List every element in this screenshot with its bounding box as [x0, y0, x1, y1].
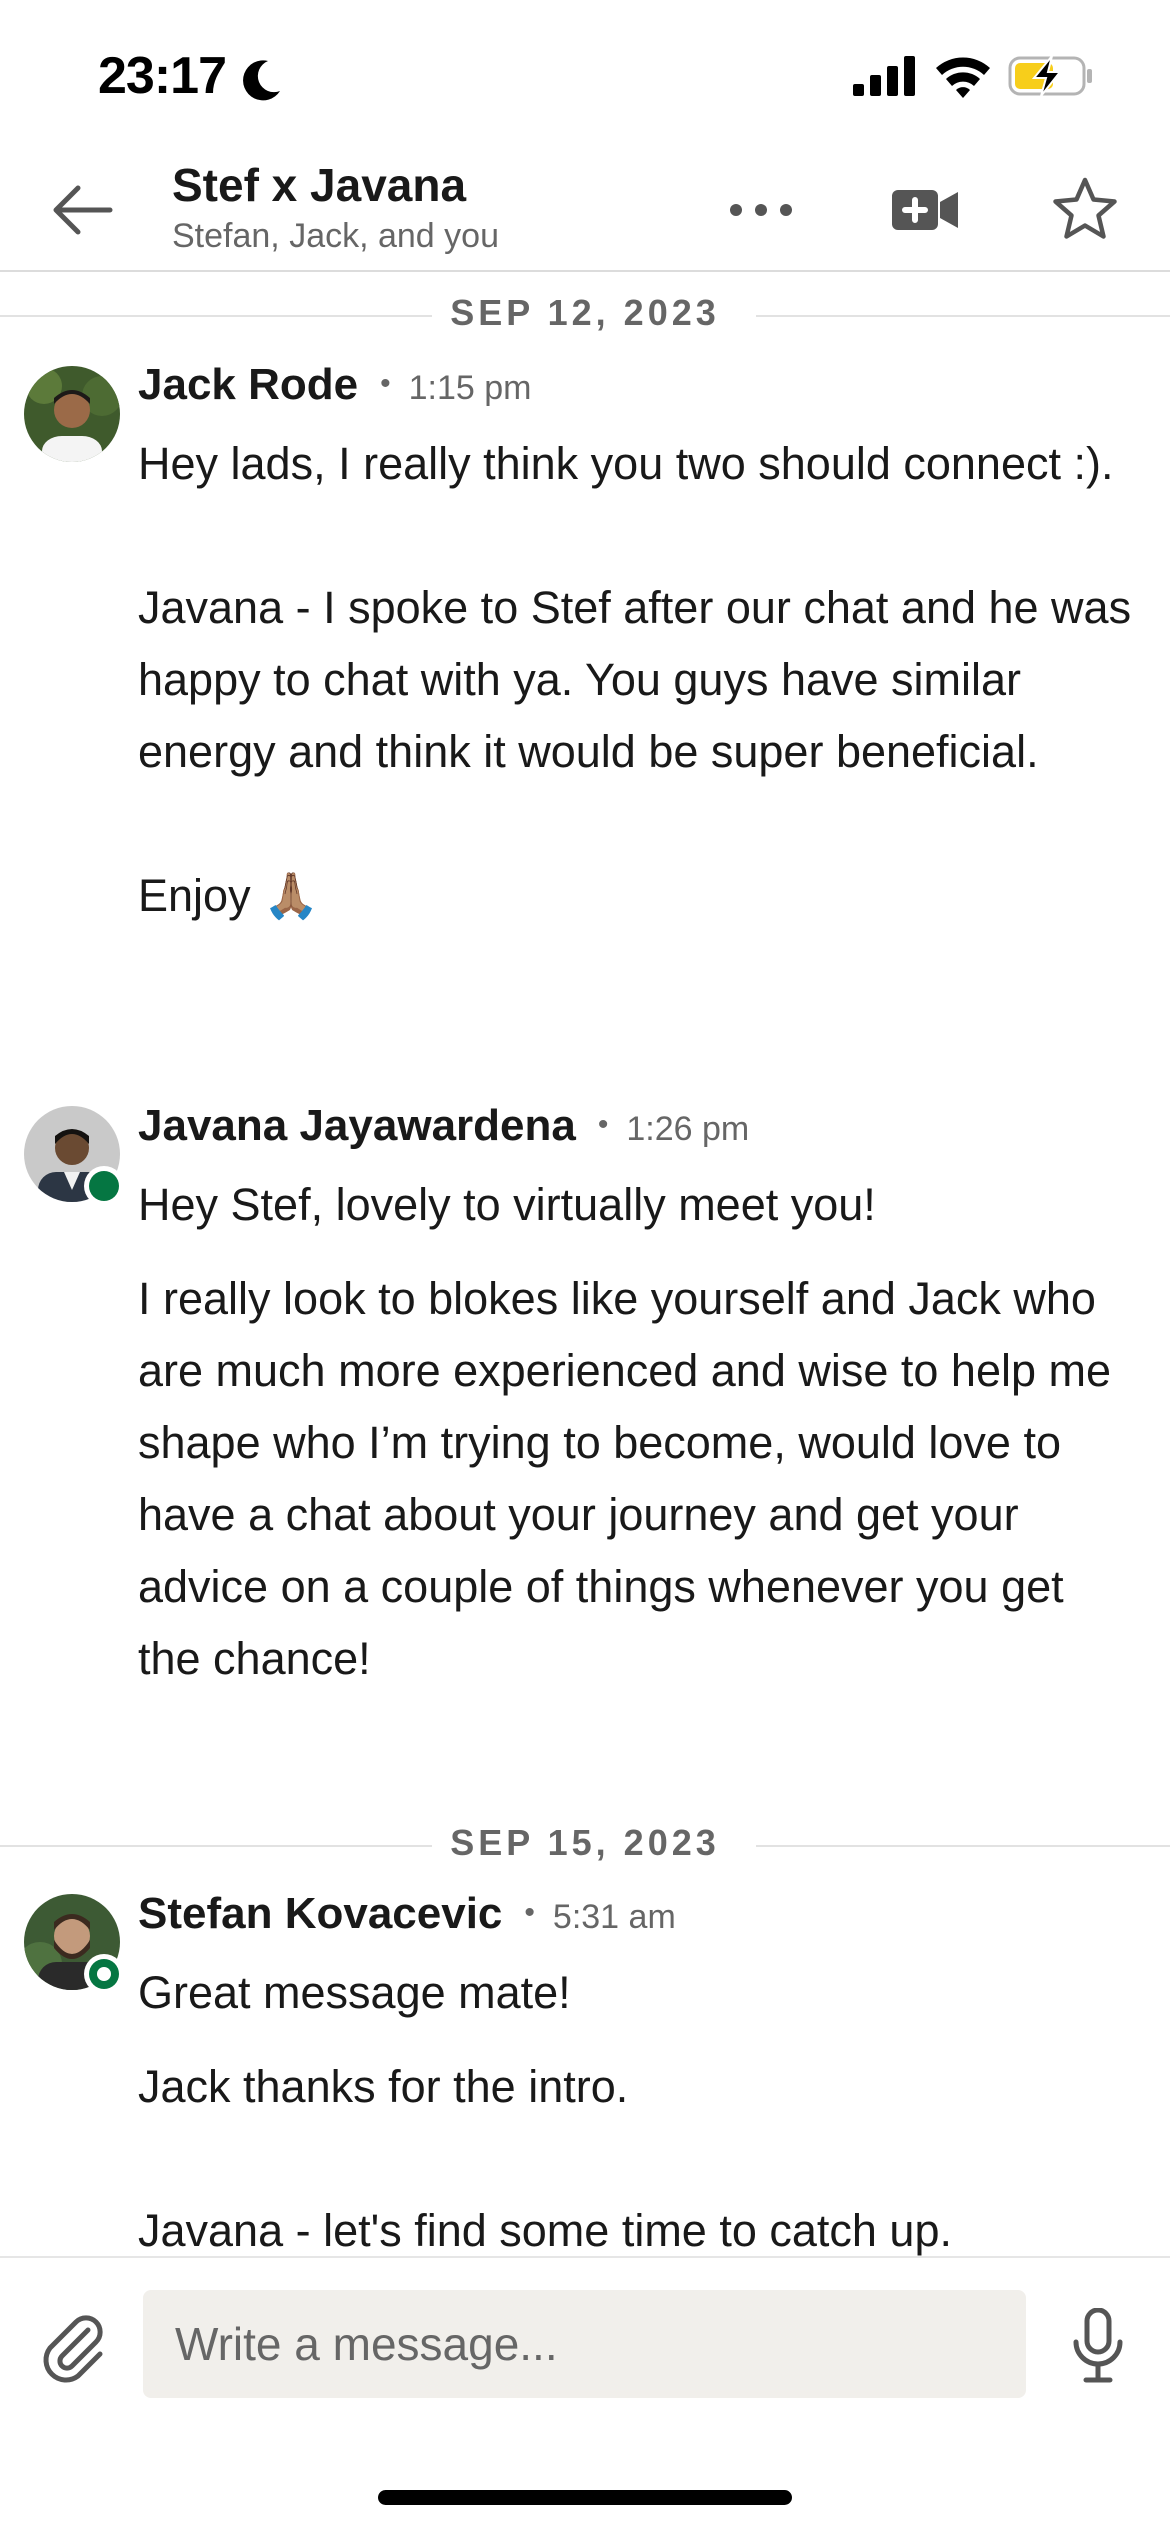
date-label: SEP 12, 2023 — [450, 292, 720, 333]
avatar-jack-rode-image — [24, 366, 120, 462]
conversation-participants[interactable]: Stefan, Jack, and you — [172, 217, 499, 256]
message-header: Javana Jayawardena • 1:26 pm — [138, 1101, 750, 1151]
message-time: 1:15 pm — [408, 369, 532, 407]
back-arrow-icon[interactable] — [46, 180, 118, 240]
message-text: Great message mate! — [138, 1967, 571, 2018]
avatar[interactable] — [24, 366, 120, 462]
sender-name[interactable]: Stefan Kovacevic — [138, 1889, 502, 1939]
microphone-icon[interactable] — [1070, 2308, 1126, 2384]
star-icon[interactable] — [1050, 174, 1120, 244]
message-text: Hey Stef, lovely to virtually meet you! — [138, 1179, 876, 1230]
moon-icon — [243, 60, 280, 101]
video-call-icon[interactable] — [890, 180, 960, 240]
message-time: 5:31 am — [552, 1898, 676, 1936]
online-status-indicator — [84, 1166, 124, 1206]
more-icon[interactable] — [726, 188, 796, 232]
sender-name[interactable]: Jack Rode — [138, 360, 358, 410]
date-divider: SEP 12, 2023 — [0, 290, 1170, 340]
conversation-title[interactable]: Stef x Javana — [172, 158, 466, 212]
message-text: Jack thanks for the intro. Javana - let'… — [138, 2061, 952, 2256]
date-label: SEP 15, 2023 — [450, 1822, 720, 1863]
paperclip-icon[interactable] — [36, 2310, 112, 2386]
message-time: 1:26 pm — [626, 1110, 750, 1148]
message-input[interactable] — [143, 2290, 1026, 2398]
wifi-icon — [936, 57, 990, 98]
date-divider: SEP 15, 2023 — [0, 1820, 1170, 1870]
online-status-indicator — [84, 1954, 124, 1994]
status-bar: 23:17 — [0, 0, 1170, 150]
avatar[interactable] — [24, 1106, 124, 1206]
sender-name[interactable]: Javana Jayawardena — [138, 1101, 576, 1151]
avatar[interactable] — [24, 1894, 124, 1994]
home-indicator[interactable] — [378, 2490, 792, 2505]
message-text: I really look to blokes like yourself an… — [138, 1273, 1112, 1684]
message-header: Jack Rode • 1:15 pm — [138, 360, 532, 410]
battery-charging-icon — [1008, 55, 1092, 97]
conversation-header: Stef x Javana Stefan, Jack, and you — [0, 150, 1170, 272]
message-text: Hey lads, I really think you two should … — [138, 438, 1132, 921]
signal-icon — [853, 56, 915, 96]
message-header: Stefan Kovacevic • 5:31 am — [138, 1889, 676, 1939]
status-time: 23:17 — [98, 47, 227, 105]
